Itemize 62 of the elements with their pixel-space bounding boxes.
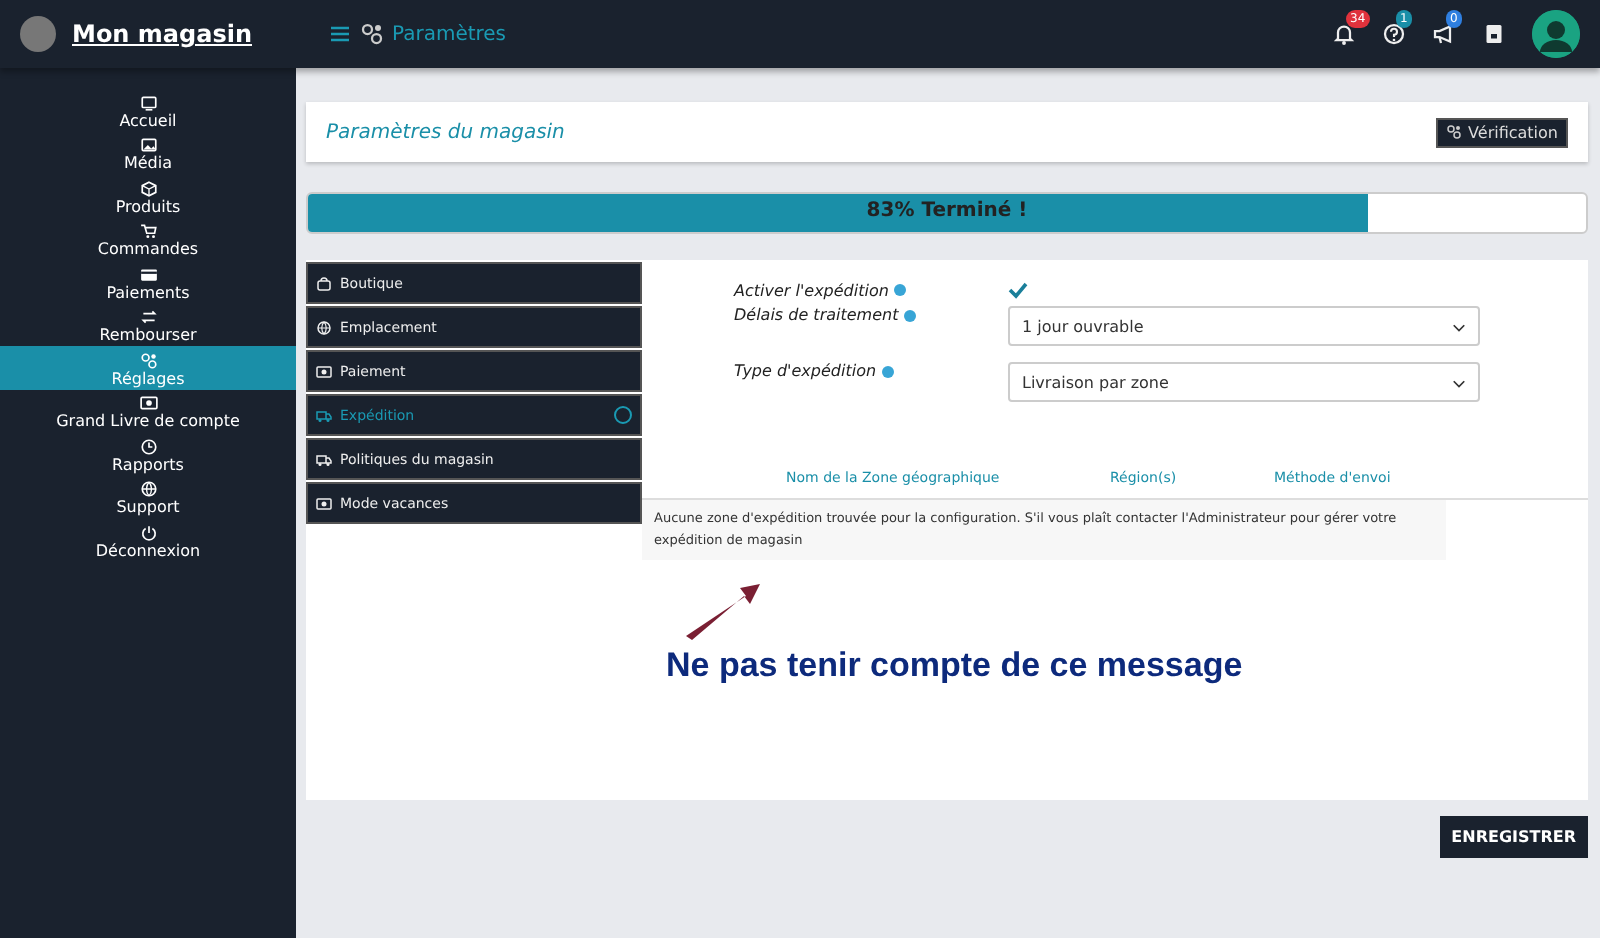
store-name[interactable]: Mon magasin xyxy=(72,20,328,48)
verification-button[interactable]: Vérification xyxy=(1436,117,1568,147)
truck-icon xyxy=(316,407,332,423)
field-label: Délais de traitement xyxy=(734,306,899,324)
sidebar-item[interactable]: Paiements xyxy=(0,260,296,303)
sidebar-item[interactable]: Rapports xyxy=(0,432,296,475)
truck-icon xyxy=(316,451,332,467)
monitor-icon xyxy=(139,93,157,111)
sidebar-item[interactable]: Rembourser xyxy=(0,303,296,346)
sidebar-label: Réglages xyxy=(111,369,185,389)
progress-label: 83% Terminé ! xyxy=(864,200,1030,222)
sidebar-item[interactable]: Déconnexion xyxy=(0,518,296,561)
arrow-annotation xyxy=(682,580,762,640)
book-icon[interactable] xyxy=(1482,22,1506,46)
box-icon xyxy=(139,179,157,197)
sidebar-label: Grand Livre de compte xyxy=(56,412,240,432)
sidebar-label: Commandes xyxy=(97,240,199,260)
sidebar-item[interactable]: Grand Livre de compte xyxy=(0,389,296,432)
sidebar-item[interactable]: Réglages xyxy=(0,346,296,389)
clock-icon xyxy=(139,437,157,455)
help-icon[interactable] xyxy=(1382,22,1406,46)
enable-checkbox[interactable] xyxy=(1008,280,1028,300)
power-icon xyxy=(139,523,157,541)
settings-title: Paramètres du magasin xyxy=(326,121,565,143)
sidebar-label: Accueil xyxy=(119,111,177,131)
field-label: Type d'expédition xyxy=(734,362,877,380)
megaphone-icon[interactable] xyxy=(1432,22,1456,46)
chevron-icon xyxy=(1452,319,1466,333)
chevron-icon xyxy=(1452,375,1466,389)
arrows-icon xyxy=(139,308,157,326)
banknote-icon xyxy=(316,363,332,379)
cart-icon xyxy=(139,222,157,240)
banknote-icon xyxy=(316,495,332,511)
sidebar-label: Déconnexion xyxy=(95,541,201,561)
sidebar-item[interactable]: Accueil xyxy=(0,88,296,131)
sidebar-item[interactable]: Support xyxy=(0,475,296,518)
sidebar-item[interactable]: Média xyxy=(0,131,296,174)
avatar[interactable] xyxy=(1532,10,1580,58)
annotation-text: Ne pas tenir compte de ce message xyxy=(666,646,1243,686)
card-icon xyxy=(139,265,157,283)
store-logo xyxy=(20,16,56,52)
sidebar-label: Rapports xyxy=(112,455,184,475)
field-label: Activer l'expédition xyxy=(734,281,889,299)
globe-icon xyxy=(139,480,157,498)
selected-indicator xyxy=(614,406,632,424)
save-button[interactable]: ENREGISTRER xyxy=(1439,816,1588,858)
sidebar-label: Paiements xyxy=(106,283,190,303)
banknote-icon xyxy=(139,394,157,412)
menu-icon[interactable] xyxy=(328,22,352,46)
bag-icon xyxy=(316,275,332,291)
sidebar-label: Rembourser xyxy=(99,326,197,346)
sidebar-label: Média xyxy=(123,154,173,174)
page-title: Paramètres xyxy=(392,23,507,45)
select-field[interactable]: 1 jour ouvrable xyxy=(1008,306,1480,346)
sidebar-item[interactable]: Commandes xyxy=(0,217,296,260)
image-icon xyxy=(139,136,157,154)
bell-icon[interactable] xyxy=(1332,22,1356,46)
sidebar-item[interactable]: Produits xyxy=(0,174,296,217)
sidebar-label: Produits xyxy=(115,197,181,217)
sidebar-label: Support xyxy=(116,498,180,518)
select-field[interactable]: Livraison par zone xyxy=(1008,362,1480,402)
globe-icon xyxy=(316,319,332,335)
